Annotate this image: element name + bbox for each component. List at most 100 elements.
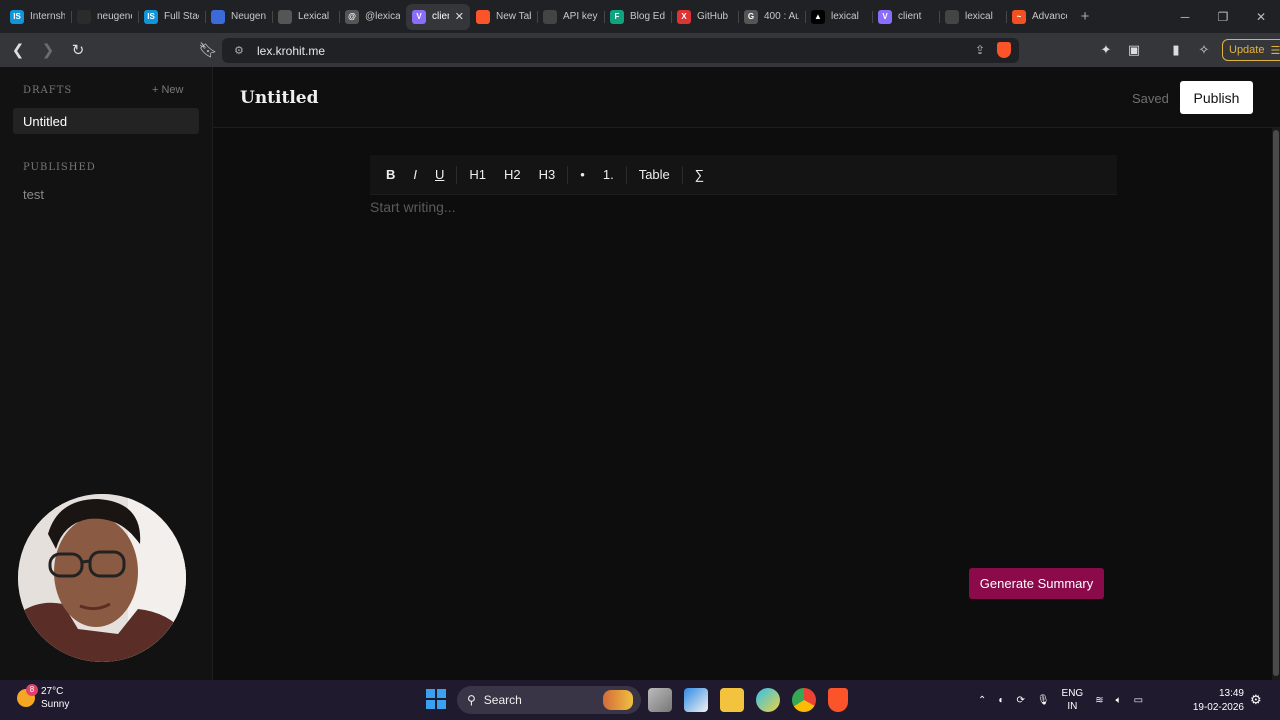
numbered-list-button[interactable]: 1.: [597, 163, 620, 187]
underline-button[interactable]: U: [429, 163, 450, 187]
language-indicator[interactable]: ENG IN: [1062, 687, 1084, 713]
browser-tab[interactable]: ▲ lexical: [805, 4, 872, 30]
screenshot-icon[interactable]: ▣: [1124, 38, 1144, 62]
draft-item[interactable]: Untitled: [13, 108, 199, 134]
tab-title: neugeneration: [97, 11, 132, 22]
leo-ai-icon[interactable]: ✧: [1194, 38, 1214, 62]
search-icon: ⚲: [467, 693, 476, 707]
generate-summary-button[interactable]: Generate Summary: [969, 568, 1104, 599]
close-tab-icon[interactable]: ✕: [455, 10, 464, 23]
site-settings-icon[interactable]: ⚙: [234, 44, 248, 58]
restore-icon[interactable]: ❐: [1204, 0, 1242, 33]
bullet-list-button[interactable]: •: [574, 163, 591, 187]
brave-shield-icon[interactable]: [997, 42, 1011, 58]
browser-tab[interactable]: @ @lexical: [339, 4, 406, 30]
x-icon: X: [677, 9, 691, 24]
vercel-icon: ▲: [811, 9, 825, 24]
published-item[interactable]: test: [23, 187, 44, 202]
share-icon[interactable]: ⇪: [975, 43, 985, 57]
browser-tab[interactable]: ~ Advanced: [1006, 4, 1073, 30]
browser-tab[interactable]: G 400 : Auth: [738, 4, 805, 30]
browser-tab[interactable]: Vclient: [872, 4, 939, 30]
wifi-icon[interactable]: ≋: [1095, 695, 1103, 706]
edge-icon[interactable]: [756, 688, 780, 712]
chart-icon: ~: [1012, 9, 1026, 24]
sync-icon[interactable]: ⟳: [1016, 695, 1024, 706]
windows-start-icon[interactable]: [426, 689, 446, 709]
tab-title: 400 : Auth: [764, 11, 799, 22]
minimize-icon[interactable]: ─: [1166, 0, 1204, 33]
extensions-icon[interactable]: ✦: [1096, 38, 1116, 62]
volume-icon[interactable]: 🔈︎: [1116, 695, 1122, 706]
tab-title: API keys: [563, 11, 598, 22]
back-icon[interactable]: ❮: [6, 38, 30, 62]
browser-tab[interactable]: New Tab: [470, 4, 537, 30]
editor-placeholder[interactable]: Start writing...: [370, 199, 456, 215]
brave-icon[interactable]: [828, 688, 848, 712]
webcam-person-image: [18, 494, 186, 662]
update-button[interactable]: Update ☰: [1222, 39, 1280, 61]
forward-icon[interactable]: ❯: [36, 38, 60, 62]
h2-button[interactable]: H2: [498, 163, 527, 187]
table-button[interactable]: Table: [633, 163, 676, 187]
browser-tab[interactable]: Vclient ✕: [406, 3, 470, 30]
sidebar-toggle-icon[interactable]: ▮: [1166, 38, 1186, 62]
microphone-icon[interactable]: 🎙︎: [1037, 695, 1050, 706]
webcam-overlay: [18, 494, 186, 662]
store-icon[interactable]: [684, 688, 708, 712]
brave-icon: [476, 9, 490, 24]
document-title[interactable]: Untitled: [240, 88, 319, 108]
tab-title: Lexical: [298, 11, 330, 22]
tab-title: Internshala: [30, 11, 65, 22]
browser-tab[interactable]: Lexical: [272, 4, 339, 30]
h3-button[interactable]: H3: [533, 163, 562, 187]
bold-button[interactable]: B: [380, 163, 401, 187]
h1-button[interactable]: H1: [463, 163, 492, 187]
scrollbar-thumb[interactable]: [1273, 130, 1279, 676]
tab-title: Neugen: [231, 11, 266, 22]
address-bar[interactable]: ⚙ lex.krohit.me ⇪: [222, 38, 1019, 63]
tab-strip: IS Internshala neugeneration IS Full Stack Ne…: [0, 0, 1280, 33]
italic-button[interactable]: I: [407, 163, 423, 187]
publish-button[interactable]: Publish: [1180, 81, 1253, 114]
browser-tab[interactable]: neugeneration: [71, 4, 138, 30]
taskbar-search[interactable]: ⚲ Search: [457, 686, 641, 714]
internshala-icon: IS: [10, 9, 24, 24]
browser-tab[interactable]: X GitHub: [671, 4, 738, 30]
browser-tab[interactable]: API keys: [537, 4, 604, 30]
bookmark-icon[interactable]: 🔖︎: [196, 38, 220, 62]
clock[interactable]: 13:49 19-02-2026: [1190, 687, 1244, 715]
lang-bottom: IN: [1067, 701, 1078, 712]
task-view-icon[interactable]: [648, 688, 672, 712]
browser-tab[interactable]: IS Full Stack: [138, 4, 205, 30]
search-label: Search: [483, 693, 522, 707]
menu-icon: ☰: [1270, 44, 1280, 57]
browser-tab[interactable]: IS Internshala: [4, 4, 71, 30]
scrollbar[interactable]: [1272, 128, 1280, 680]
math-button[interactable]: ∑: [689, 163, 710, 187]
taskbar: 8 27°C Sunny ⚲ Search ⌃ ◐ ⟳ 🎙︎ ENG IN ≋ …: [0, 680, 1280, 720]
tab-title: New Tab: [496, 11, 531, 22]
reload-icon[interactable]: ↻: [66, 38, 90, 62]
chevron-up-icon[interactable]: ⌃: [978, 695, 986, 706]
sanity-icon: [945, 9, 959, 24]
notifications-icon[interactable]: ⚙: [1250, 692, 1262, 708]
browser-tab[interactable]: Neugen: [205, 4, 272, 30]
vpn-icon[interactable]: ◐: [998, 695, 1004, 706]
notification-badge: 8: [26, 684, 38, 696]
weather-widget[interactable]: 8 27°C Sunny: [17, 684, 69, 711]
chrome-icon[interactable]: [792, 688, 816, 712]
github-icon: [77, 9, 91, 24]
browser-toolbar: ❮ ❯ ↻ 🔖︎ ⚙ lex.krohit.me ⇪ ✦ ▣ ▮ ✧ Updat…: [0, 33, 1280, 67]
url-text: lex.krohit.me: [257, 43, 326, 58]
search-highlight-icon: [603, 690, 633, 710]
new-tab-button[interactable]: +: [1073, 8, 1097, 25]
battery-icon[interactable]: ▭: [1134, 695, 1143, 706]
openai-icon: [543, 9, 557, 24]
new-draft-button[interactable]: + New: [152, 84, 184, 96]
close-window-icon[interactable]: ✕: [1242, 0, 1280, 33]
browser-tab[interactable]: lexical: [939, 4, 1006, 30]
file-explorer-icon[interactable]: [720, 688, 744, 712]
browser-tab[interactable]: F Blog Editor: [604, 4, 671, 30]
divider: [625, 165, 627, 184]
